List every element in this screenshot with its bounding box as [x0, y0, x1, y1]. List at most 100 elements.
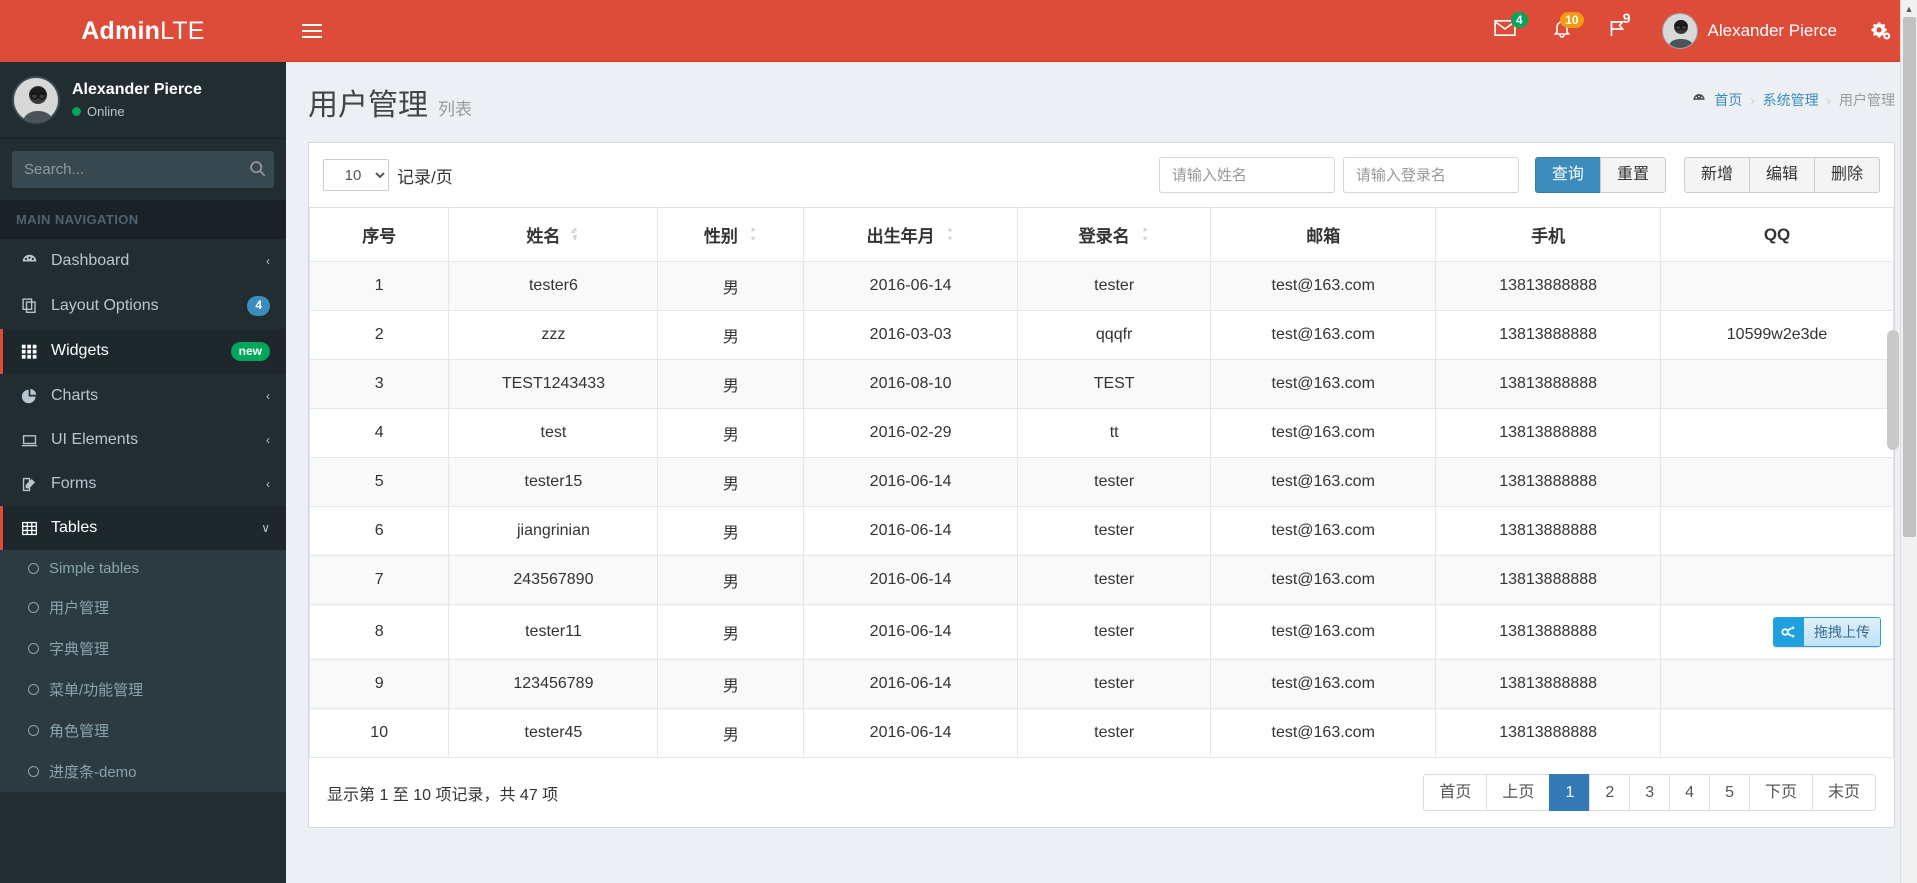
table-row[interactable]: 1 tester6 男 2016-06-14 tester test@163.c… [308, 261, 1894, 311]
search-button[interactable]: 查询 [1534, 157, 1601, 193]
sidebar-item-tables[interactable]: Tables ∨ Simple tables 用户管理 字典管理 菜单/功能管理… [0, 506, 286, 793]
table-header-row: 序号 姓名 性别 出生年月 登录名 邮箱 手机 QQ [308, 207, 1894, 262]
name-search-input[interactable] [1158, 157, 1335, 193]
tasks-menu[interactable]: 9 [1590, 0, 1646, 62]
cell-index: 5 [308, 457, 450, 507]
cell-phone: 13813888888 [1435, 555, 1662, 605]
table-row[interactable]: 5 tester15 男 2016-06-14 tester test@163.… [308, 457, 1894, 507]
column-header-phone[interactable]: 手机 [1435, 207, 1662, 262]
avatar [12, 76, 60, 124]
sidebar-sublink-simple-tables[interactable]: Simple tables [0, 550, 286, 587]
table-row[interactable]: 3 TEST1243433 男 2016-08-10 TEST test@163… [308, 359, 1894, 409]
cell-gender: 男 [657, 457, 805, 507]
crud-button-group: 新增 编辑 删除 [1683, 157, 1880, 193]
table-row[interactable]: 7 243567890 男 2016-06-14 tester test@163… [308, 555, 1894, 605]
table-row[interactable]: 10 tester45 男 2016-06-14 tester test@163… [308, 708, 1894, 758]
column-header-name[interactable]: 姓名 [448, 207, 659, 262]
page-number-button[interactable]: 5 [1709, 774, 1750, 812]
search-icon[interactable] [235, 151, 274, 188]
page-number-button[interactable]: 2 [1589, 774, 1631, 812]
drag-upload-button[interactable]: 拖拽上传 [1773, 617, 1881, 647]
table-row[interactable]: 6 jiangrinian 男 2016-06-14 tester test@1… [308, 506, 1894, 556]
table-scrollbar-thumb[interactable] [1887, 330, 1899, 450]
sidebar-subitem-progressbar-demo[interactable]: 进度条-demo [0, 751, 286, 792]
scroll-up-arrow-icon[interactable]: ▲ [1901, 0, 1917, 17]
column-label: 出生年月 [866, 227, 935, 246]
search-input[interactable] [12, 151, 235, 188]
sort-updown-icon[interactable] [748, 226, 758, 243]
column-header-qq[interactable]: QQ [1660, 207, 1894, 262]
add-button[interactable]: 新增 [1683, 157, 1750, 193]
cell-email: test@163.com [1210, 359, 1437, 409]
circle-o-icon [28, 684, 39, 696]
sidebar-item-label: Forms [51, 475, 97, 493]
sidebar-item-layout-options[interactable]: Layout Options 4 [0, 283, 286, 329]
laptop-icon [19, 432, 39, 449]
sidebar-sublink-user-management[interactable]: 用户管理 [0, 587, 286, 628]
sidebar-subitem-role-management[interactable]: 角色管理 [0, 710, 286, 751]
column-header-birth[interactable]: 出生年月 [803, 207, 1019, 262]
sidebar-link-ui-elements[interactable]: UI Elements ‹ [0, 418, 286, 462]
sort-updown-icon[interactable] [570, 226, 580, 243]
drag-upload-label: 拖拽上传 [1804, 618, 1880, 646]
user-menu[interactable]: Alexander Pierce [1646, 0, 1853, 62]
page-scrollbar[interactable]: ▲ [1900, 0, 1917, 883]
sidebar-link-forms[interactable]: Forms ‹ [0, 462, 286, 506]
sidebar-link-dashboard[interactable]: Dashboard ‹ [0, 239, 286, 283]
column-header-gender[interactable]: 性别 [657, 207, 805, 262]
sidebar-item-charts[interactable]: Charts ‹ [0, 374, 286, 418]
login-search-input[interactable] [1342, 157, 1519, 193]
sidebar-item-forms[interactable]: Forms ‹ [0, 462, 286, 506]
column-header-email[interactable]: 邮箱 [1210, 207, 1437, 262]
page-first-button[interactable]: 首页 [1423, 774, 1488, 812]
column-header-index[interactable]: 序号 [308, 207, 450, 262]
sidebar-sublink-role-management[interactable]: 角色管理 [0, 710, 286, 751]
sidebar-subitem-user-management[interactable]: 用户管理 [0, 587, 286, 628]
page-number-button[interactable]: 1 [1549, 774, 1591, 812]
page-title: 用户管理 [308, 89, 428, 122]
cell-gender: 男 [657, 659, 805, 709]
breadcrumb-item-home[interactable]: 首页 [1714, 90, 1742, 110]
sidebar-link-tables[interactable]: Tables ∨ [0, 506, 286, 551]
page-next-button[interactable]: 下页 [1748, 774, 1813, 812]
hamburger-icon[interactable] [286, 0, 338, 62]
sidebar-user-status: Online [72, 104, 202, 119]
sidebar-link-layout-options[interactable]: Layout Options 4 [0, 283, 286, 329]
sidebar-subitem-dictionary-management[interactable]: 字典管理 [0, 628, 286, 669]
sort-updown-icon[interactable] [1140, 226, 1150, 243]
reset-button[interactable]: 重置 [1599, 157, 1666, 193]
breadcrumb-item-system-management[interactable]: 系统管理 [1763, 90, 1819, 110]
scrollbar-thumb[interactable] [1903, 17, 1916, 537]
notifications-menu[interactable]: 10 [1534, 0, 1590, 62]
sidebar-subitem-simple-tables[interactable]: Simple tables [0, 550, 286, 587]
sidebar-sublink-menu-function-management[interactable]: 菜单/功能管理 [0, 669, 286, 710]
column-header-login[interactable]: 登录名 [1017, 207, 1212, 262]
logo[interactable]: Admin LTE [0, 0, 286, 62]
table-row[interactable]: 8 tester11 男 2016-06-14 tester test@163.… [308, 604, 1894, 660]
page-prev-button[interactable]: 上页 [1486, 774, 1551, 812]
page-number-button[interactable]: 3 [1629, 774, 1671, 812]
sidebar-sublink-dictionary-management[interactable]: 字典管理 [0, 628, 286, 669]
sidebar-sublink-progressbar-demo[interactable]: 进度条-demo [0, 751, 286, 792]
cell-gender: 男 [657, 359, 805, 409]
page-number-button[interactable]: 4 [1669, 774, 1711, 812]
table-row[interactable]: 9 123456789 男 2016-06-14 tester test@163… [308, 659, 1894, 709]
column-label: 性别 [703, 227, 738, 246]
table-row[interactable]: 4 test 男 2016-02-29 tt test@163.com 1381… [308, 408, 1894, 458]
page-last-button[interactable]: 末页 [1811, 774, 1876, 812]
page-size-select[interactable]: 10 25 50 100 [323, 159, 389, 191]
sidebar-item-ui-elements[interactable]: UI Elements ‹ [0, 418, 286, 462]
edit-button[interactable]: 编辑 [1748, 157, 1815, 193]
messages-menu[interactable]: 4 [1476, 0, 1534, 62]
delete-button[interactable]: 删除 [1813, 157, 1880, 193]
sidebar-item-widgets[interactable]: Widgets new [0, 328, 286, 375]
sidebar-link-charts[interactable]: Charts ‹ [0, 374, 286, 418]
sidebar-link-widgets[interactable]: Widgets new [0, 328, 286, 375]
cell-phone: 13813888888 [1435, 604, 1662, 660]
table-row[interactable]: 2 zzz 男 2016-03-03 qqqfr test@163.com 13… [308, 310, 1894, 360]
gears-icon[interactable] [1853, 0, 1907, 62]
sort-updown-icon[interactable] [945, 226, 955, 243]
sidebar-item-label: UI Elements [51, 431, 139, 449]
sidebar-item-dashboard[interactable]: Dashboard ‹ [0, 239, 286, 283]
sidebar-subitem-menu-function-management[interactable]: 菜单/功能管理 [0, 669, 286, 710]
